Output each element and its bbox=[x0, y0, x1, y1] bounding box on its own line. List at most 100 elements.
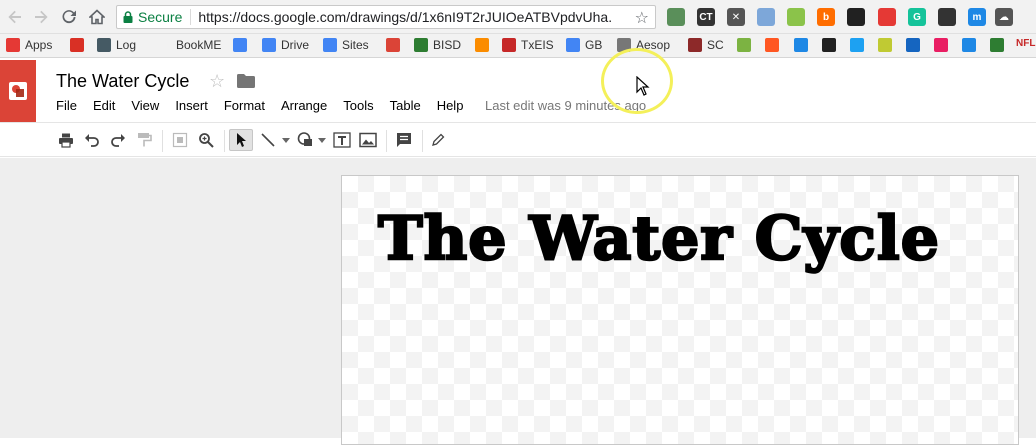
document-title[interactable]: The Water Cycle bbox=[56, 71, 189, 92]
paint-format-button[interactable] bbox=[132, 129, 156, 151]
bookmark-item[interactable] bbox=[822, 38, 841, 52]
image-button[interactable] bbox=[356, 129, 380, 151]
canvas-title-text[interactable]: The Water Cycle bbox=[377, 203, 940, 276]
drawings-logo-icon bbox=[9, 82, 27, 100]
ext-4-icon[interactable] bbox=[757, 8, 775, 26]
zoom-fit-button[interactable] bbox=[168, 129, 192, 151]
toolbar-divider bbox=[386, 130, 387, 152]
bookmark-item[interactable] bbox=[962, 38, 981, 52]
m-icon bbox=[737, 38, 751, 52]
menu-arrange[interactable]: Arrange bbox=[281, 98, 327, 113]
reload-button[interactable] bbox=[58, 6, 80, 28]
ext-10-icon[interactable] bbox=[938, 8, 956, 26]
bookmark-star-icon[interactable]: ☆ bbox=[635, 8, 649, 28]
zoom-fit-icon bbox=[172, 132, 188, 148]
line-dropdown[interactable] bbox=[280, 129, 292, 151]
menu-table[interactable]: Table bbox=[390, 98, 421, 113]
bookmark-item[interactable]: Drive bbox=[262, 38, 309, 52]
url-text[interactable]: https://docs.google.com/drawings/d/1x6nI… bbox=[191, 9, 611, 25]
back-button[interactable] bbox=[4, 6, 26, 28]
bookmark-item[interactable] bbox=[850, 38, 869, 52]
select-tool-button[interactable] bbox=[229, 129, 253, 151]
home-button[interactable] bbox=[86, 6, 108, 28]
ext-m-icon[interactable]: m bbox=[968, 8, 986, 26]
bookmark-label: BISD bbox=[433, 38, 462, 52]
print-icon bbox=[59, 133, 73, 148]
pencil-icon bbox=[432, 133, 445, 146]
pencil-button[interactable] bbox=[426, 129, 450, 151]
toolbar-divider bbox=[162, 130, 163, 152]
bookmark-item[interactable] bbox=[906, 38, 925, 52]
undo-button[interactable] bbox=[80, 129, 104, 151]
bookmark-item[interactable]: BookME bbox=[176, 38, 221, 52]
ext-ct-icon[interactable]: CT bbox=[697, 8, 715, 26]
shape-tool-button[interactable] bbox=[294, 129, 318, 151]
bookmark-item[interactable]: BISD bbox=[414, 38, 461, 52]
google-plus-icon bbox=[386, 38, 400, 52]
secure-label: Secure bbox=[138, 9, 183, 25]
bookmark-item[interactable] bbox=[878, 38, 897, 52]
menu-format[interactable]: Format bbox=[224, 98, 265, 113]
line-tool-button[interactable] bbox=[256, 129, 280, 151]
lock-icon bbox=[123, 11, 133, 23]
bookmark-item[interactable] bbox=[990, 38, 1009, 52]
ext-tools-icon[interactable]: ✕ bbox=[727, 8, 745, 26]
drawing-canvas[interactable]: The Water Cycle bbox=[341, 175, 1019, 445]
bookmark-item[interactable]: Sites bbox=[323, 38, 369, 52]
sites-icon bbox=[323, 38, 337, 52]
menu-tools[interactable]: Tools bbox=[343, 98, 373, 113]
forward-button[interactable] bbox=[30, 6, 52, 28]
log-icon bbox=[97, 38, 111, 52]
bookmark-item[interactable] bbox=[794, 38, 813, 52]
bookmark-label: BookME bbox=[176, 38, 222, 52]
bookmark-item[interactable]: SC bbox=[688, 38, 724, 52]
redo-button[interactable] bbox=[106, 129, 130, 151]
bookmark-item[interactable] bbox=[737, 38, 756, 52]
bookmark-item[interactable] bbox=[386, 38, 405, 52]
alert-icon bbox=[475, 38, 489, 52]
bookmark-item[interactable]: NFL bbox=[1016, 38, 1035, 49]
menu-view[interactable]: View bbox=[131, 98, 159, 113]
zoom-button[interactable] bbox=[194, 129, 218, 151]
bookmark-item[interactable] bbox=[475, 38, 494, 52]
bookmark-label: Sites bbox=[342, 38, 369, 52]
bookmark-label: NFL bbox=[1016, 38, 1036, 49]
bookmark-item[interactable] bbox=[765, 38, 784, 52]
menu-file[interactable]: File bbox=[56, 98, 77, 113]
ext-b-icon[interactable]: b bbox=[817, 8, 835, 26]
ext-7-icon[interactable] bbox=[847, 8, 865, 26]
bookmark-item[interactable]: GB bbox=[566, 38, 602, 52]
address-bar[interactable]: Secure https://docs.google.com/drawings/… bbox=[116, 5, 656, 29]
menu-bar: File Edit View Insert Format Arrange Tools Tabl… bbox=[56, 98, 479, 113]
back-arrow-icon bbox=[8, 10, 21, 24]
menu-edit[interactable]: Edit bbox=[93, 98, 115, 113]
shape-dropdown[interactable] bbox=[316, 129, 328, 151]
menu-help[interactable]: Help bbox=[437, 98, 464, 113]
redo-icon bbox=[111, 134, 125, 147]
bookmark-item[interactable]: Apps bbox=[6, 38, 52, 52]
shape-icon bbox=[297, 132, 312, 146]
bookmark-item[interactable] bbox=[934, 38, 953, 52]
comment-icon bbox=[397, 133, 411, 147]
ext-g-icon[interactable]: G bbox=[908, 8, 926, 26]
bookmark-item[interactable] bbox=[233, 38, 252, 52]
ext-8-icon[interactable] bbox=[878, 8, 896, 26]
ext-1-icon[interactable] bbox=[667, 8, 685, 26]
home-icon bbox=[89, 9, 105, 25]
ext-cloud-icon[interactable]: ☁ bbox=[995, 8, 1013, 26]
star-icon[interactable]: ☆ bbox=[209, 71, 225, 92]
bookmark-item[interactable]: Log bbox=[97, 38, 136, 52]
bookmark-item[interactable]: TxEIS bbox=[502, 38, 554, 52]
secure-badge[interactable]: Secure bbox=[117, 9, 192, 25]
bookmark-item[interactable] bbox=[70, 38, 89, 52]
text-box-button[interactable] bbox=[330, 129, 354, 151]
mouse-cursor-icon bbox=[636, 76, 650, 96]
print-button[interactable] bbox=[54, 129, 78, 151]
ext-5-icon[interactable] bbox=[787, 8, 805, 26]
google-icon bbox=[262, 38, 276, 52]
workspace: The Water Cycle bbox=[0, 158, 1036, 445]
comment-button[interactable] bbox=[392, 129, 416, 151]
drawings-logo[interactable] bbox=[0, 60, 36, 122]
folder-icon[interactable] bbox=[237, 74, 255, 88]
menu-insert[interactable]: Insert bbox=[175, 98, 208, 113]
